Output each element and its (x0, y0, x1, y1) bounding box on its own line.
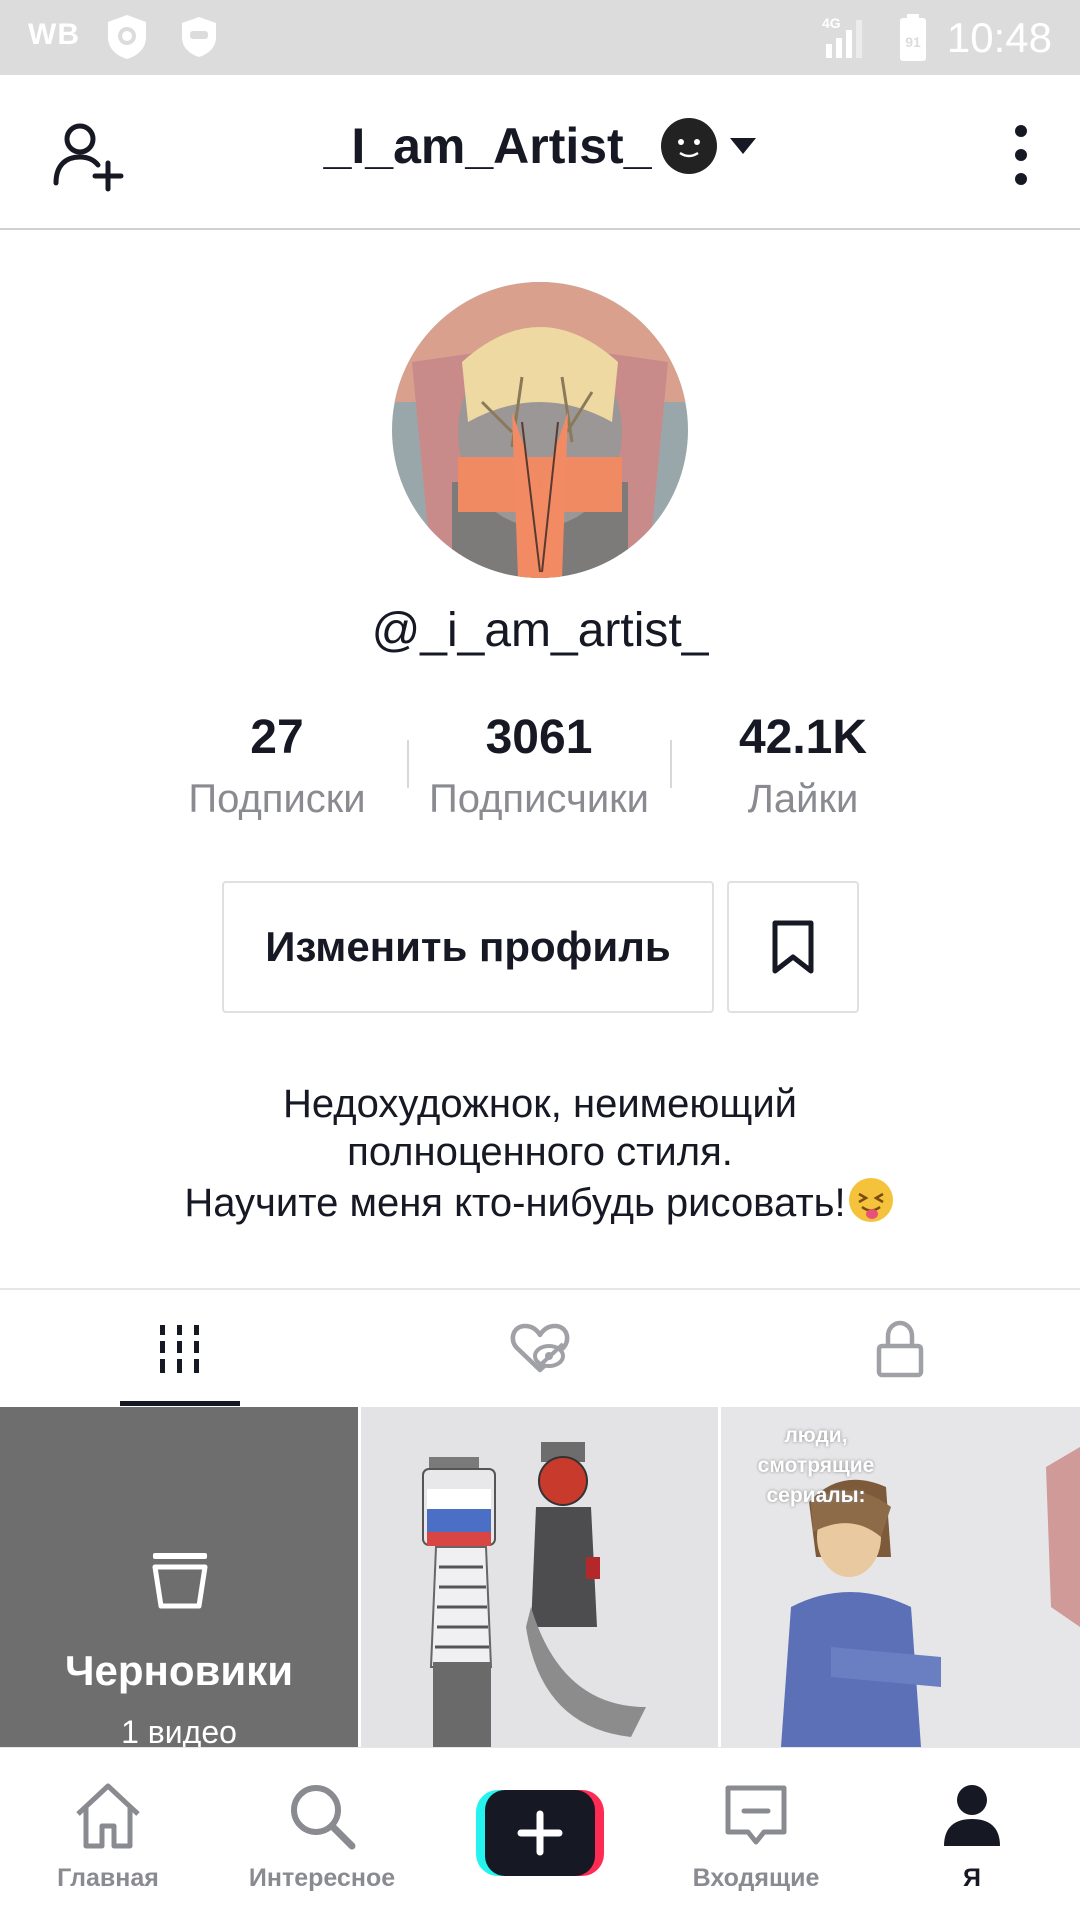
video-thumbnail[interactable]: люди, смотрящие сериалы: (721, 1407, 1080, 1747)
video-thumbnail[interactable] (361, 1407, 718, 1747)
carrier-label: WB (28, 18, 80, 51)
status-time: 10:48 (946, 14, 1052, 61)
nav-discover-label: Интересное (248, 1864, 396, 1892)
chevron-down-icon (730, 138, 757, 154)
inbox-message-icon (725, 1785, 787, 1845)
bio-line-last: Научите меня кто-нибудь рисовать! (0, 1176, 1080, 1227)
more-options-icon[interactable] (1006, 123, 1036, 187)
following-count: 27 (250, 711, 304, 764)
nav-profile[interactable]: Я (872, 1748, 1072, 1920)
bookmark-icon (772, 920, 814, 974)
edit-profile-button[interactable]: Изменить профиль (222, 881, 714, 1013)
dark-face-emoji-icon (660, 117, 718, 175)
hidden-heart-icon (510, 1323, 570, 1373)
bio-line: Недохудожнок, неимеющий (282, 1082, 798, 1126)
profile-header: _I_am_Artist_ (0, 75, 1080, 230)
search-icon (291, 1785, 356, 1850)
drafts-title: Черновики (64, 1647, 294, 1694)
nav-inbox-label: Входящие (692, 1864, 820, 1892)
account-switcher[interactable]: _I_am_Artist_ (0, 117, 1080, 175)
grid-icon (160, 1325, 199, 1373)
drafts-box-icon (152, 1553, 208, 1609)
tab-private[interactable] (720, 1290, 1080, 1408)
followers-stat[interactable]: 3061 Подписчики (413, 710, 665, 822)
nav-inbox[interactable]: Входящие (656, 1748, 856, 1920)
lion-shield-icon (104, 13, 150, 66)
drafts-count: 1 видео (121, 1714, 237, 1747)
avatar[interactable] (392, 282, 688, 578)
likes-count: 42.1K (738, 711, 868, 764)
followers-label: Подписчики (428, 777, 650, 821)
create-video-button[interactable] (476, 1790, 604, 1876)
likes-stat[interactable]: 42.1K Лайки (678, 710, 928, 822)
likes-label: Лайки (747, 777, 859, 821)
plus-icon (476, 1790, 604, 1876)
video-overlay-text: люди, смотрящие сериалы: (757, 1424, 875, 1507)
battery-icon: 91 (898, 14, 928, 67)
network-label: 4G (822, 15, 841, 31)
page-title: _I_am_Artist_ (323, 118, 652, 174)
nav-discover[interactable]: Интересное (222, 1748, 422, 1920)
tab-liked[interactable] (360, 1290, 720, 1408)
following-label: Подписки (188, 777, 366, 821)
nav-home-label: Главная (57, 1864, 159, 1892)
profile-bio: Недохудожнок, неимеющий полноценного сти… (0, 1080, 1080, 1227)
followers-count: 3061 (485, 711, 593, 764)
active-tab-indicator (120, 1401, 240, 1406)
tongue-out-emoji-icon (846, 1176, 896, 1224)
bio-line: полноценного стиля. (347, 1130, 733, 1174)
battery-level: 91 (905, 34, 921, 50)
stat-divider (670, 740, 672, 788)
nav-home[interactable]: Главная (8, 1748, 208, 1920)
profile-person-icon (944, 1785, 1000, 1846)
signal-4g-icon: 4G (820, 14, 870, 65)
tab-videos[interactable] (0, 1290, 360, 1408)
favorites-button[interactable] (727, 881, 859, 1013)
stat-divider (407, 740, 409, 788)
status-bar: WB 4G 91 10:48 (0, 0, 1080, 75)
profile-tabs (0, 1288, 1080, 1406)
video-grid: Черновики 1 видео люди, смотрящие сериал… (0, 1407, 1080, 1747)
following-stat[interactable]: 27 Подписки (152, 710, 402, 822)
lock-icon (876, 1320, 924, 1378)
bottom-navigation: Главная Интересное Входящие Я (0, 1747, 1080, 1920)
bio-line: Научите меня кто-нибудь рисовать! (184, 1181, 846, 1225)
home-icon (76, 1783, 140, 1849)
drafts-tile[interactable]: Черновики 1 видео (0, 1407, 358, 1747)
nav-profile-label: Я (963, 1864, 981, 1892)
profile-username: @_i_am_artist_ (371, 604, 709, 657)
shield-app-icon (176, 13, 222, 66)
